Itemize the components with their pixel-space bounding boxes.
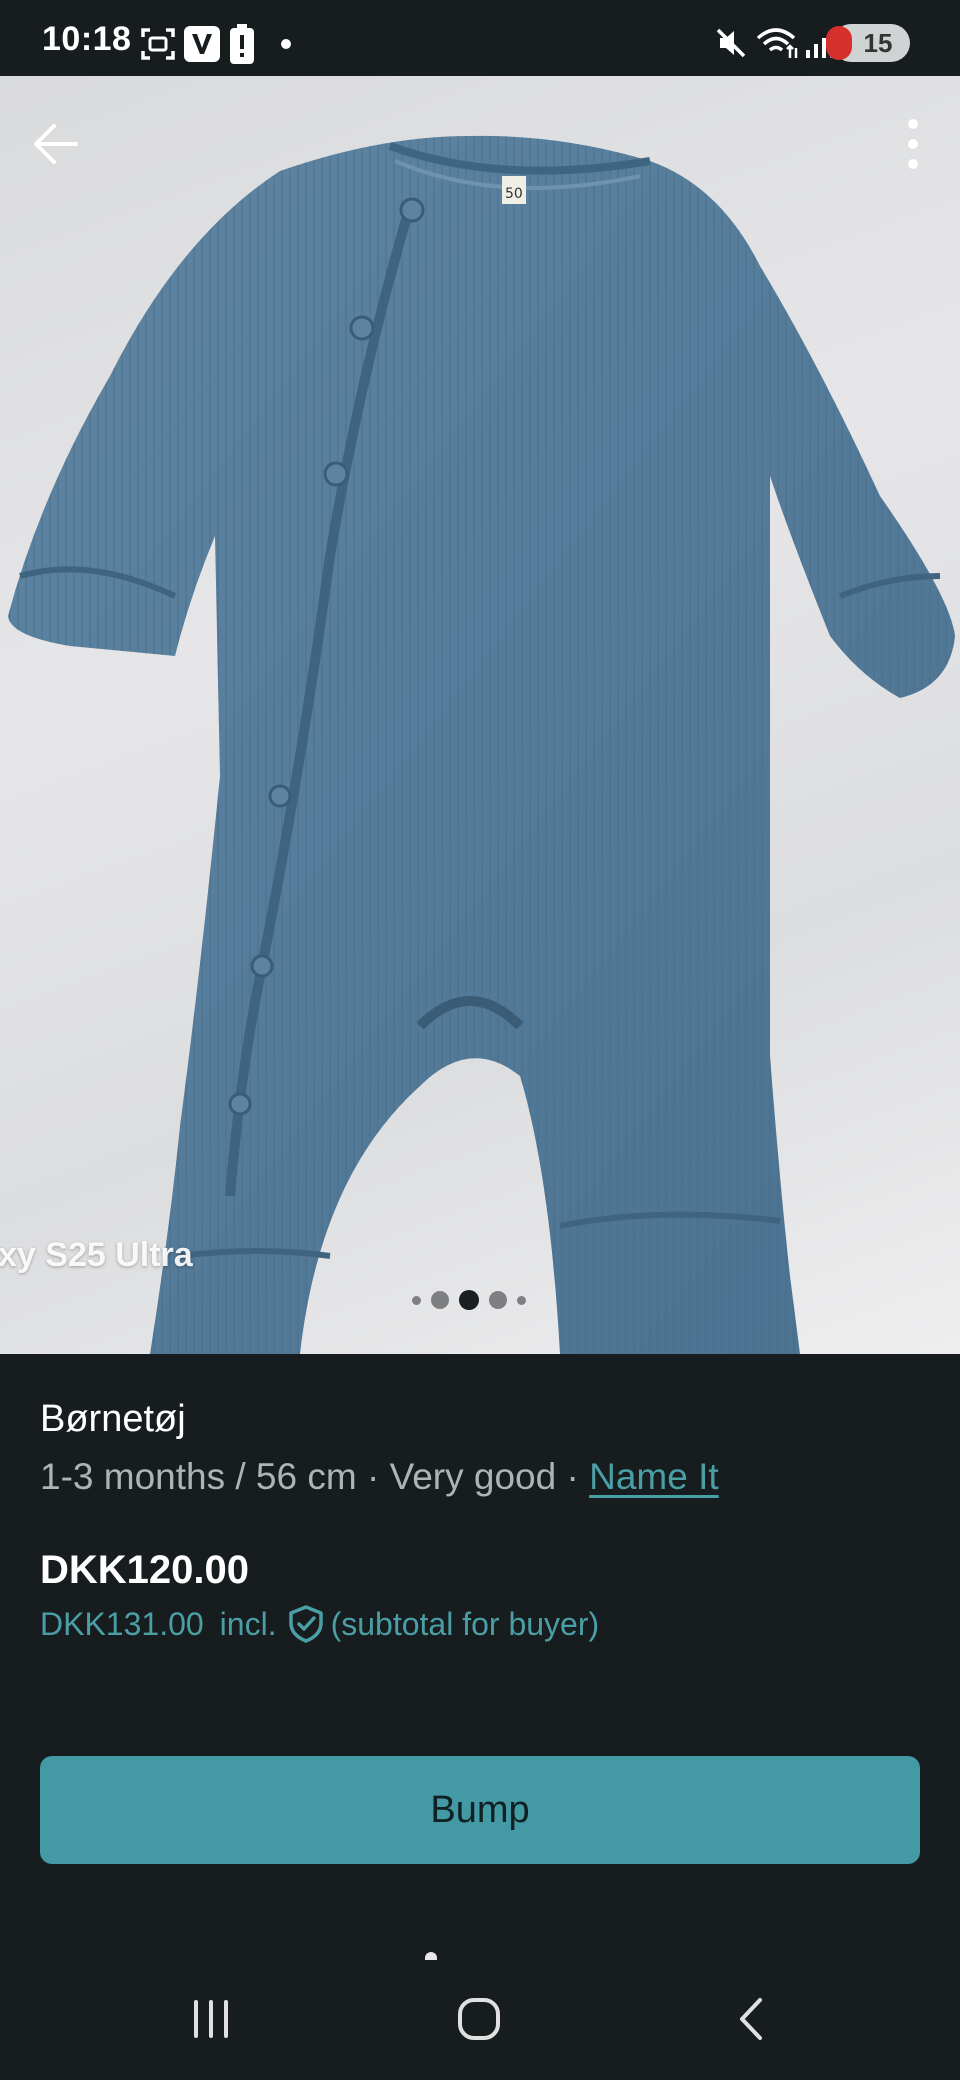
size-text: 1-3 months / 56 cm — [40, 1456, 357, 1497]
carousel-dot[interactable] — [431, 1291, 449, 1309]
listing-meta: 1-3 months / 56 cm · Very good · Name It — [40, 1456, 719, 1498]
meta-separator: · — [366, 1456, 380, 1497]
subtotal-note: (subtotal for buyer) — [330, 1605, 600, 1642]
scroll-hint — [425, 1952, 437, 1960]
notification-dot-icon — [281, 39, 291, 49]
brand-link[interactable]: Name It — [589, 1456, 719, 1497]
buyer-protection-shield-icon[interactable] — [287, 1604, 325, 1644]
product-photo[interactable]: 50 xy S25 Ultra — [0, 76, 960, 1354]
screenshot-icon — [141, 28, 175, 60]
camera-watermark: xy S25 Ultra — [0, 1236, 193, 1274]
carousel-dot[interactable] — [489, 1291, 507, 1309]
status-time: 10:18 — [42, 20, 132, 58]
item-price: DKK120.00 — [40, 1548, 250, 1592]
carousel-indicator[interactable] — [412, 1290, 526, 1310]
mute-icon — [716, 28, 746, 58]
incl-label: incl. — [219, 1605, 277, 1642]
condition-text: Very good — [389, 1456, 557, 1497]
battery-saver-icon — [826, 26, 852, 60]
battery-indicator: 15 — [826, 24, 910, 62]
bump-button[interactable]: Bump — [40, 1756, 920, 1864]
carousel-dot-active[interactable] — [459, 1290, 479, 1310]
back-arrow-icon[interactable] — [28, 116, 84, 172]
carousel-dot[interactable] — [517, 1295, 526, 1305]
v-app-icon — [184, 26, 220, 62]
system-nav-bar — [0, 1976, 960, 2080]
battery-alert-icon — [230, 24, 254, 64]
svg-text:50: 50 — [505, 186, 523, 202]
more-options-icon[interactable] — [888, 112, 938, 176]
buyer-subtotal[interactable]: DKK131.00 incl. (subtotal for buyer) — [40, 1604, 599, 1644]
home-icon[interactable] — [456, 1996, 502, 2042]
meta-separator: · — [566, 1456, 579, 1497]
status-bar: 10:18 15 — [0, 0, 960, 76]
carousel-dot[interactable] — [412, 1295, 421, 1305]
nav-back-icon[interactable] — [730, 1996, 776, 2042]
onesie-image: 50 — [8, 135, 955, 1354]
listing-title: Børnetøj — [40, 1398, 186, 1440]
wifi-icon — [756, 28, 798, 58]
recent-apps-icon[interactable] — [188, 1996, 234, 2042]
battery-level: 15 — [863, 27, 893, 58]
buyer-price: DKK131.00 — [40, 1605, 204, 1642]
